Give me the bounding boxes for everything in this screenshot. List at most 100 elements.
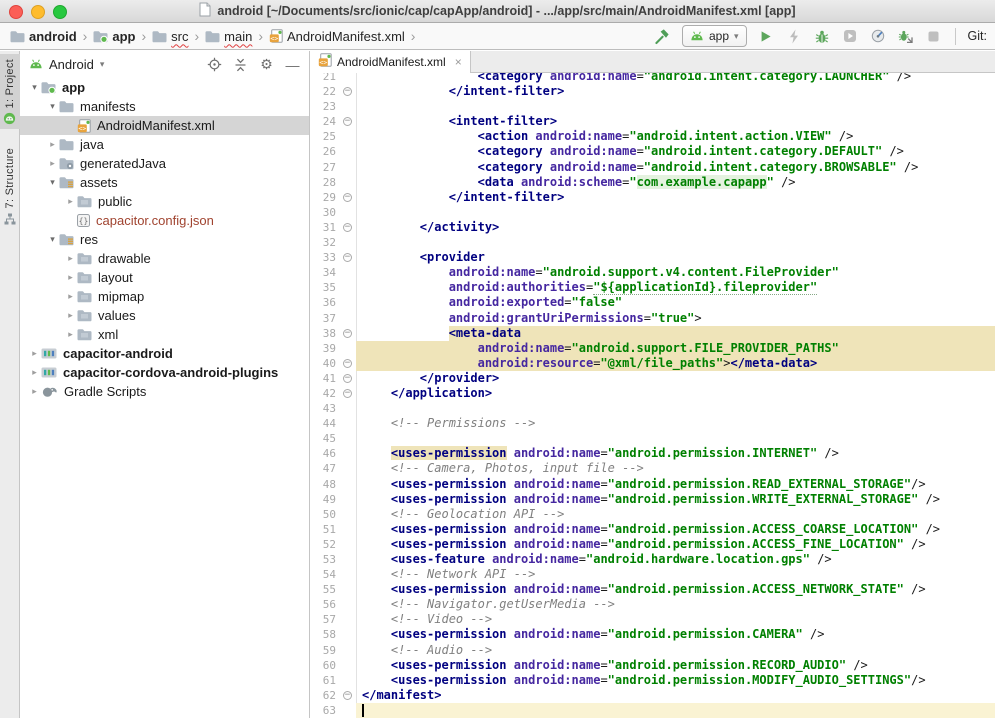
code-line-58[interactable]: 58 <uses-permission android:name="androi… (310, 627, 995, 642)
code-line-21[interactable]: 21 <category android:name="android.inten… (310, 73, 995, 84)
tree-item-generatedjava[interactable]: ▸generatedJava (20, 154, 309, 173)
tree-item-xml[interactable]: ▸xml (20, 325, 309, 344)
code-line-57[interactable]: 57 <!-- Video --> (310, 612, 995, 627)
chevron-right-icon[interactable]: ▸ (46, 158, 59, 169)
fold-marker-icon[interactable]: − (343, 193, 352, 202)
code-line-53[interactable]: 53 <uses-feature android:name="android.h… (310, 552, 995, 567)
fold-marker-icon[interactable]: − (343, 359, 352, 368)
fold-marker-icon[interactable]: − (343, 389, 352, 398)
locate-icon[interactable] (207, 57, 222, 72)
gear-icon[interactable]: ⚙ (259, 57, 274, 72)
chevron-right-icon[interactable]: ▸ (64, 253, 77, 264)
fold-marker-icon[interactable]: − (343, 87, 352, 96)
chevron-down-icon[interactable]: ▾ (28, 82, 41, 93)
tree-item-capacitor-config-json[interactable]: {}capacitor.config.json (20, 211, 309, 230)
breadcrumb-item-main[interactable]: main (203, 28, 254, 45)
code-line-38[interactable]: 38− <meta-data (310, 326, 995, 341)
chevron-right-icon[interactable]: ▸ (64, 329, 77, 340)
chevron-right-icon[interactable]: ▸ (64, 310, 77, 321)
chevron-right-icon[interactable]: ▸ (46, 139, 59, 150)
code-line-55[interactable]: 55 <uses-permission android:name="androi… (310, 582, 995, 597)
code-line-32[interactable]: 32 (310, 235, 995, 250)
code-line-60[interactable]: 60 <uses-permission android:name="androi… (310, 658, 995, 673)
editor-tab-androidmanifest[interactable]: <> AndroidManifest.xml × (310, 51, 471, 72)
chevron-down-icon[interactable]: ▾ (46, 101, 59, 112)
breadcrumb-item-android[interactable]: android (8, 28, 79, 45)
run-config-select[interactable]: app▾ (682, 25, 747, 47)
code-line-52[interactable]: 52 <uses-permission android:name="androi… (310, 537, 995, 552)
coverage-button[interactable] (841, 27, 859, 45)
code-line-61[interactable]: 61 <uses-permission android:name="androi… (310, 673, 995, 688)
tree-item-drawable[interactable]: ▸drawable (20, 249, 309, 268)
stripe-item-project[interactable]: 1: Project (0, 54, 20, 129)
attach-debugger-button[interactable] (897, 27, 915, 45)
minimize-icon[interactable]: — (285, 57, 300, 72)
breadcrumb-item-src[interactable]: src (150, 28, 190, 45)
code-line-47[interactable]: 47 <!-- Camera, Photos, input file --> (310, 461, 995, 476)
code-line-42[interactable]: 42− </application> (310, 386, 995, 401)
debug-button[interactable] (813, 27, 831, 45)
chevron-right-icon[interactable]: ▸ (28, 348, 41, 359)
fold-marker-icon[interactable]: − (343, 223, 352, 232)
tree-item-java[interactable]: ▸java (20, 135, 309, 154)
stripe-item-structure[interactable]: 7: Structure (0, 143, 20, 228)
chevron-right-icon[interactable]: ▸ (64, 196, 77, 207)
run-button[interactable] (757, 27, 775, 45)
code-line-28[interactable]: 28 <data android:scheme="com.example.cap… (310, 175, 995, 190)
code-area[interactable]: 21 <category android:name="android.inten… (310, 73, 995, 718)
chevron-down-icon[interactable]: ▾ (46, 177, 59, 188)
code-line-25[interactable]: 25 <action android:name="android.intent.… (310, 129, 995, 144)
code-line-31[interactable]: 31− </activity> (310, 220, 995, 235)
code-line-39[interactable]: 39 android:name="android.support.FILE_PR… (310, 341, 995, 356)
code-line-37[interactable]: 37 android:grantUriPermissions="true"> (310, 311, 995, 326)
chevron-right-icon[interactable]: ▸ (28, 367, 41, 378)
tree-item-app[interactable]: ▾app (20, 78, 309, 97)
chevron-down-icon[interactable]: ▾ (46, 234, 59, 245)
tree-item-capacitor-cordova-android-plugins[interactable]: ▸capacitor-cordova-android-plugins (20, 363, 309, 382)
code-line-33[interactable]: 33− <provider (310, 250, 995, 265)
code-line-44[interactable]: 44 <!-- Permissions --> (310, 416, 995, 431)
code-line-45[interactable]: 45 (310, 431, 995, 446)
chevron-right-icon[interactable]: ▸ (64, 272, 77, 283)
tree-item-values[interactable]: ▸values (20, 306, 309, 325)
code-line-40[interactable]: 40− android:resource="@xml/file_paths"><… (310, 356, 995, 371)
breadcrumb-item-app[interactable]: app (91, 28, 137, 45)
tree-item-manifests[interactable]: ▾manifests (20, 97, 309, 116)
profiler-button[interactable] (869, 27, 887, 45)
code-line-51[interactable]: 51 <uses-permission android:name="androi… (310, 522, 995, 537)
code-line-24[interactable]: 24− <intent-filter> (310, 114, 995, 129)
apply-changes-button[interactable] (785, 27, 803, 45)
zoom-window-button[interactable] (53, 5, 67, 19)
code-line-41[interactable]: 41− </provider> (310, 371, 995, 386)
fold-marker-icon[interactable]: − (343, 117, 352, 126)
code-line-35[interactable]: 35 android:authorities="${applicationId}… (310, 280, 995, 295)
chevron-right-icon[interactable]: ▸ (28, 386, 41, 397)
breadcrumb-item-androidmanifest-xml[interactable]: <>AndroidManifest.xml (267, 28, 407, 45)
tree-item-assets[interactable]: ▾assets (20, 173, 309, 192)
code-line-62[interactable]: 62−</manifest> (310, 688, 995, 703)
code-line-59[interactable]: 59 <!-- Audio --> (310, 643, 995, 658)
code-line-29[interactable]: 29− </intent-filter> (310, 190, 995, 205)
fold-marker-icon[interactable]: − (343, 329, 352, 338)
tree-item-androidmanifest-xml[interactable]: <>AndroidManifest.xml (20, 116, 309, 135)
stop-button[interactable] (925, 27, 943, 45)
code-line-54[interactable]: 54 <!-- Network API --> (310, 567, 995, 582)
code-line-34[interactable]: 34 android:name="android.support.v4.cont… (310, 265, 995, 280)
fold-marker-icon[interactable]: − (343, 374, 352, 383)
tree-item-layout[interactable]: ▸layout (20, 268, 309, 287)
code-line-56[interactable]: 56 <!-- Navigator.getUserMedia --> (310, 597, 995, 612)
code-line-30[interactable]: 30 (310, 205, 995, 220)
code-line-27[interactable]: 27 <category android:name="android.inten… (310, 160, 995, 175)
fold-marker-icon[interactable]: − (343, 253, 352, 262)
tree-item-res[interactable]: ▾res (20, 230, 309, 249)
code-line-36[interactable]: 36 android:exported="false" (310, 295, 995, 310)
code-line-49[interactable]: 49 <uses-permission android:name="androi… (310, 492, 995, 507)
tree-item-public[interactable]: ▸public (20, 192, 309, 211)
make-button[interactable] (654, 27, 672, 45)
close-window-button[interactable] (9, 5, 23, 19)
code-line-26[interactable]: 26 <category android:name="android.inten… (310, 144, 995, 159)
code-line-63[interactable]: 63 (310, 703, 995, 718)
collapse-all-icon[interactable] (233, 57, 248, 72)
code-line-23[interactable]: 23 (310, 99, 995, 114)
minimize-window-button[interactable] (31, 5, 45, 19)
